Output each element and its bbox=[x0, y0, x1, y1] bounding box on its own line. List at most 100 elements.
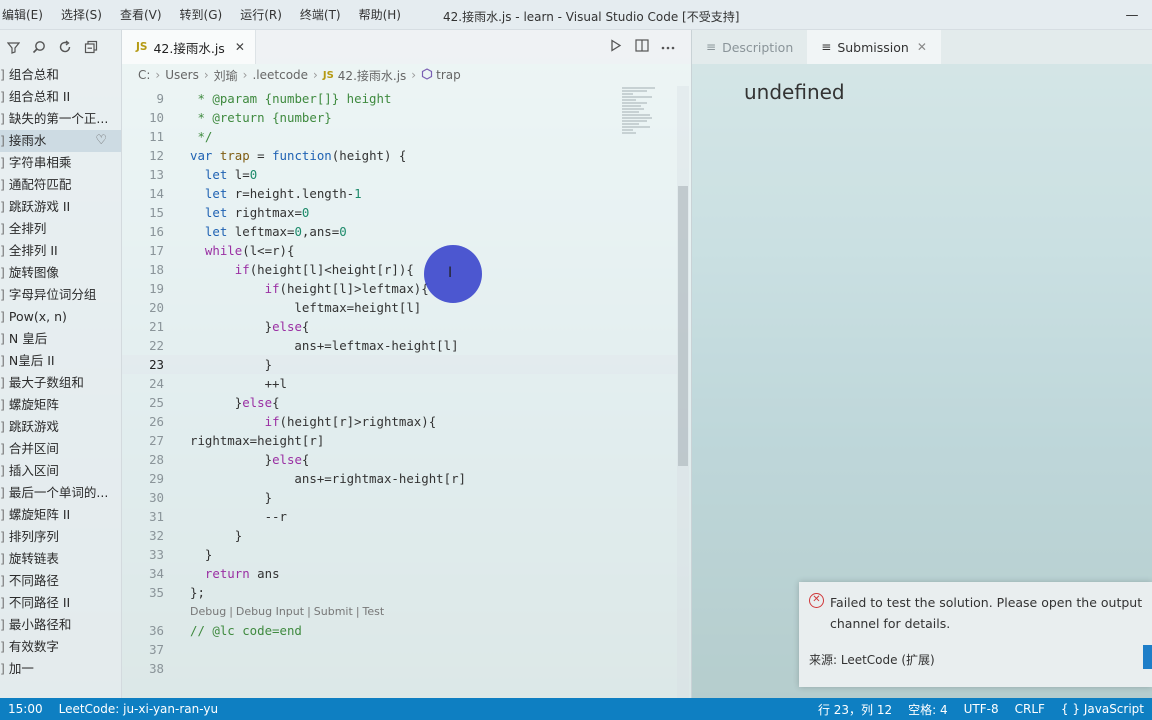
minimize-button[interactable]: — bbox=[1112, 0, 1152, 30]
code-line[interactable]: 27 rightmax=height[r] bbox=[122, 431, 677, 450]
list-item[interactable]: ] 有效数字 bbox=[0, 636, 121, 658]
list-item[interactable]: ] 组合总和 II bbox=[0, 86, 121, 108]
list-item[interactable]: ] 最小路径和 bbox=[0, 614, 121, 636]
close-icon[interactable]: ✕ bbox=[235, 40, 245, 54]
code-line[interactable]: 25 }else{ bbox=[122, 393, 677, 412]
list-item[interactable]: ] 组合总和 bbox=[0, 64, 121, 86]
code-line[interactable]: 10 * @return {number} bbox=[122, 108, 677, 127]
list-item[interactable]: ] 全排列 bbox=[0, 218, 121, 240]
code-line[interactable]: 15 let rightmax=0 bbox=[122, 203, 677, 222]
vertical-scrollbar[interactable] bbox=[677, 86, 689, 698]
list-item[interactable]: ] 加一 bbox=[0, 658, 121, 680]
list-item[interactable]: ] 不同路径 II bbox=[0, 592, 121, 614]
more-actions-icon[interactable] bbox=[655, 39, 681, 56]
encoding[interactable]: UTF-8 bbox=[956, 702, 1007, 716]
list-item[interactable]: ] 螺旋矩阵 II bbox=[0, 504, 121, 526]
list-item[interactable]: ] Pow(x, n) bbox=[0, 306, 121, 328]
code-line[interactable]: 21 }else{ bbox=[122, 317, 677, 336]
run-icon[interactable] bbox=[603, 38, 629, 56]
list-item[interactable]: ] 插入区间 bbox=[0, 460, 121, 482]
code-line[interactable]: 34 return ans bbox=[122, 564, 677, 583]
breadcrumb-item[interactable]: .leetcode bbox=[252, 68, 308, 82]
code-line[interactable]: 32 } bbox=[122, 526, 677, 545]
tab-description[interactable]: ≡ Description bbox=[692, 30, 807, 64]
menu-item[interactable]: 运行(R) bbox=[231, 6, 291, 23]
code-line[interactable]: 38 bbox=[122, 659, 677, 678]
list-item[interactable]: ] N皇后 II bbox=[0, 350, 121, 372]
list-item[interactable]: ] 最大子数组和 bbox=[0, 372, 121, 394]
line-ending[interactable]: CRLF bbox=[1007, 702, 1053, 716]
code-line[interactable]: 11 */ bbox=[122, 127, 677, 146]
code-line[interactable]: 24 ++l bbox=[122, 374, 677, 393]
code-line[interactable]: 29 ans+=rightmax-height[r] bbox=[122, 469, 677, 488]
list-item[interactable]: ] 不同路径 bbox=[0, 570, 121, 592]
breadcrumb-item[interactable]: 42.接雨水.js bbox=[338, 67, 407, 84]
search-icon[interactable] bbox=[26, 40, 52, 54]
code-line[interactable]: 14 let r=height.length-1 bbox=[122, 184, 677, 203]
leetcode-account[interactable]: LeetCode: ju-xi-yan-ran-yu bbox=[51, 702, 226, 716]
cursor-position[interactable]: 行 23，列 12 bbox=[810, 701, 900, 718]
breadcrumb-item[interactable]: C: bbox=[138, 68, 150, 82]
code-line[interactable]: 35}; bbox=[122, 583, 677, 602]
codelens-action[interactable]: Submit bbox=[314, 605, 353, 618]
list-item[interactable]: ] 排列序列 bbox=[0, 526, 121, 548]
list-item[interactable]: ] 通配符匹配 bbox=[0, 174, 121, 196]
code-line[interactable]: 19 if(height[l]>leftmax){ bbox=[122, 279, 677, 298]
code-line[interactable]: 13 let l=0 bbox=[122, 165, 677, 184]
menu-item[interactable]: 帮助(H) bbox=[350, 6, 410, 23]
code-line[interactable]: 22 ans+=leftmax-height[l] bbox=[122, 336, 677, 355]
code-line[interactable]: 18 if(height[l]<height[r]){ bbox=[122, 260, 677, 279]
codelens-action[interactable]: Debug Input bbox=[236, 605, 304, 618]
menu-item[interactable]: 查看(V) bbox=[111, 6, 171, 23]
scrollbar-thumb[interactable] bbox=[678, 186, 688, 466]
code-editor[interactable]: 9 * @param {number[]} height 10 * @return… bbox=[122, 89, 677, 698]
open-output-button[interactable] bbox=[1143, 645, 1152, 669]
list-item[interactable]: ] 合并区间 bbox=[0, 438, 121, 460]
code-line[interactable]: 23 } bbox=[122, 355, 677, 374]
breadcrumb-item[interactable]: trap bbox=[436, 68, 461, 82]
list-item[interactable]: ] N 皇后 bbox=[0, 328, 121, 350]
breadcrumb-item[interactable]: 刘瑜 bbox=[214, 67, 238, 84]
codelens-action[interactable]: Debug bbox=[190, 605, 226, 618]
breadcrumb-item[interactable]: Users bbox=[165, 68, 199, 82]
tab-42-trap-js[interactable]: JS 42.接雨水.js ✕ bbox=[122, 30, 256, 64]
refresh-icon[interactable] bbox=[52, 40, 78, 54]
split-editor-icon[interactable] bbox=[629, 38, 655, 56]
list-item[interactable]: ] 接雨水 ♡ bbox=[0, 130, 121, 152]
tab-submission[interactable]: ≡ Submission ✕ bbox=[807, 30, 941, 64]
code-line[interactable]: 31 --r bbox=[122, 507, 677, 526]
list-item[interactable]: ] 字母异位词分组 bbox=[0, 284, 121, 306]
heart-icon[interactable]: ♡ bbox=[95, 130, 107, 152]
list-item[interactable]: ] 字符串相乘 bbox=[0, 152, 121, 174]
code-line[interactable]: 37 bbox=[122, 640, 677, 659]
minimap[interactable] bbox=[622, 86, 677, 166]
menu-item[interactable]: 选择(S) bbox=[52, 6, 111, 23]
code-line[interactable]: 20 leftmax=height[l] bbox=[122, 298, 677, 317]
collapse-icon[interactable] bbox=[78, 40, 104, 54]
code-line[interactable]: 12 var trap = function(height) { bbox=[122, 146, 677, 165]
code-line[interactable]: 28 }else{ bbox=[122, 450, 677, 469]
code-line[interactable]: 17 while(l<=r){ bbox=[122, 241, 677, 260]
list-item[interactable]: ] 旋转图像 bbox=[0, 262, 121, 284]
list-item[interactable]: ] 全排列 II bbox=[0, 240, 121, 262]
menu-item[interactable]: 转到(G) bbox=[171, 6, 232, 23]
list-item[interactable]: ] 跳跃游戏 II bbox=[0, 196, 121, 218]
code-line[interactable]: 33 } bbox=[122, 545, 677, 564]
language-mode[interactable]: { } JavaScript bbox=[1053, 702, 1152, 716]
code-line[interactable]: 26 if(height[r]>rightmax){ bbox=[122, 412, 677, 431]
list-item[interactable]: ] 螺旋矩阵 bbox=[0, 394, 121, 416]
codelens-action[interactable]: Test bbox=[363, 605, 385, 618]
list-item[interactable]: ] 旋转链表 bbox=[0, 548, 121, 570]
indentation[interactable]: 空格: 4 bbox=[900, 701, 956, 718]
code-line[interactable]: 9 * @param {number[]} height bbox=[122, 89, 677, 108]
menu-item[interactable]: 终端(T) bbox=[291, 6, 350, 23]
filter-icon[interactable] bbox=[0, 41, 26, 54]
code-line[interactable]: 36 // @lc code=end bbox=[122, 621, 677, 640]
list-item[interactable]: ] 最后一个单词的... bbox=[0, 482, 121, 504]
menu-item[interactable]: 编辑(E) bbox=[0, 6, 52, 23]
code-line[interactable]: 30 } bbox=[122, 488, 677, 507]
list-item[interactable]: ] 缺失的第一个正... bbox=[0, 108, 121, 130]
list-item[interactable]: ] 跳跃游戏 bbox=[0, 416, 121, 438]
close-icon[interactable]: ✕ bbox=[917, 40, 927, 54]
code-line[interactable]: 16 let leftmax=0,ans=0 bbox=[122, 222, 677, 241]
